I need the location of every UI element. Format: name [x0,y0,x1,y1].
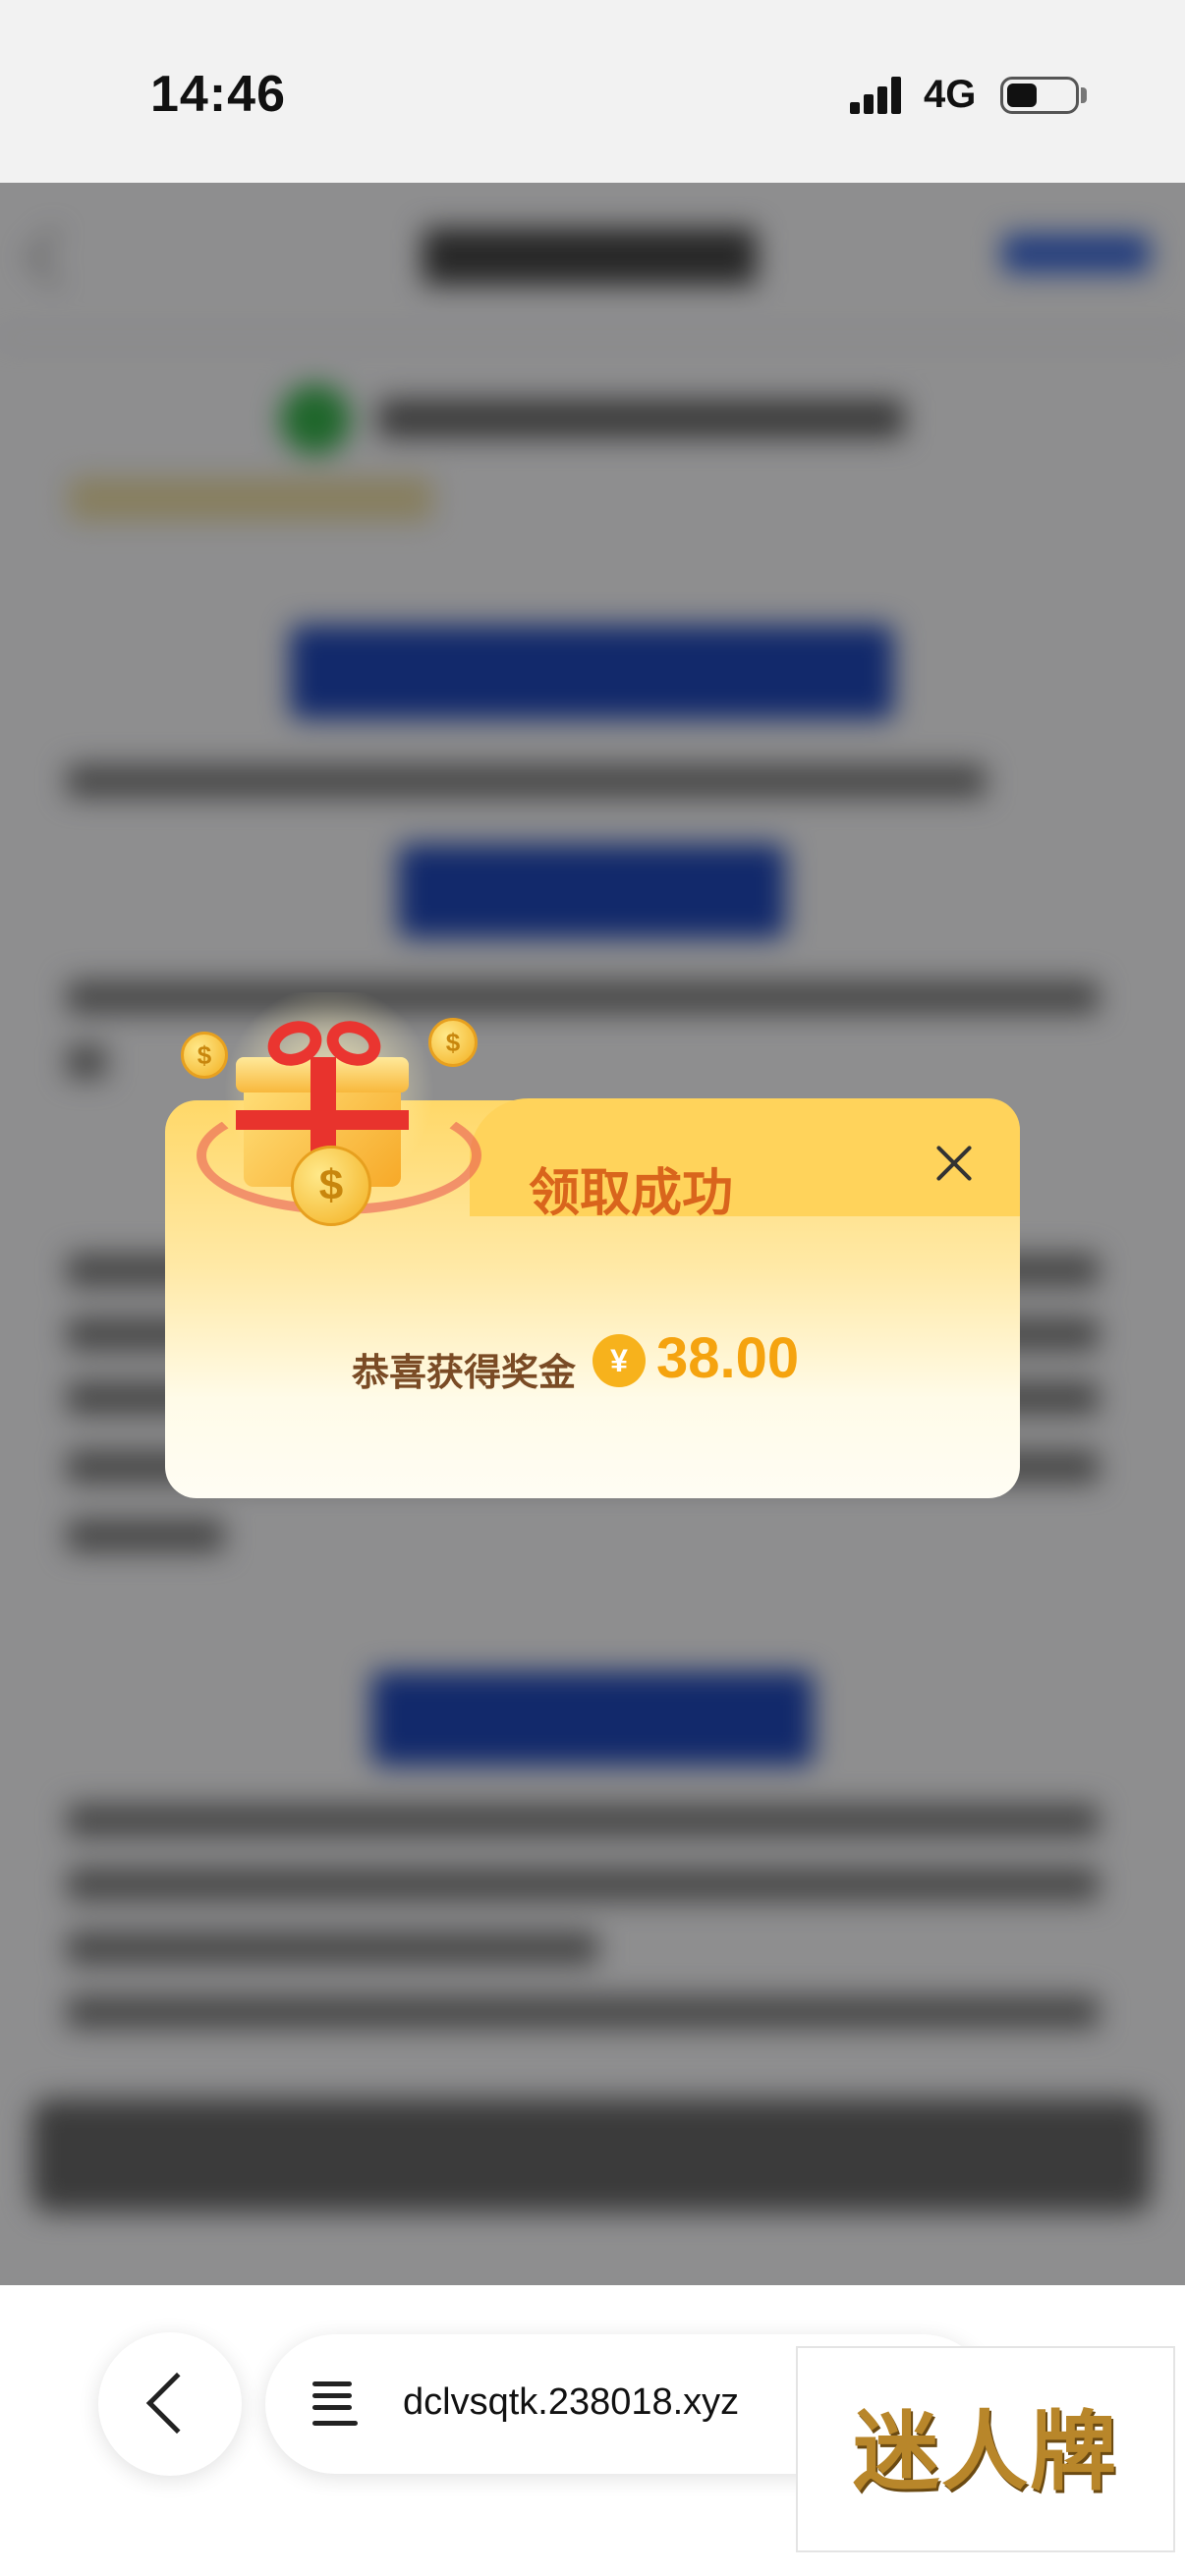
network-label: 4G [924,73,977,116]
battery-icon [1000,77,1079,114]
gift-box-icon: $ $ $ [177,982,491,1248]
url-text[interactable]: dclvsqtk.238018.xyz [403,2381,739,2424]
dollar-coin-icon: $ [291,1146,371,1226]
status-bar: 14:46 4G [0,0,1185,183]
close-icon[interactable] [929,1138,980,1189]
dollar-coin-icon: $ [428,1018,478,1067]
page-menu-icon[interactable] [312,2380,358,2429]
signal-icon [850,77,907,114]
reward-message: 恭喜获得奖金 [352,1353,577,1394]
yuan-coin-icon: ¥ [592,1334,646,1387]
popup-title: 领取成功 [529,1165,734,1222]
status-time: 14:46 [150,66,286,123]
battery-tip [1081,87,1087,103]
gift-ribbon [236,1110,409,1130]
reward-amount: 38.00 [656,1326,800,1390]
watermark-logo: 迷人牌 [796,2346,1175,2552]
dollar-coin-icon: $ [181,1032,228,1079]
